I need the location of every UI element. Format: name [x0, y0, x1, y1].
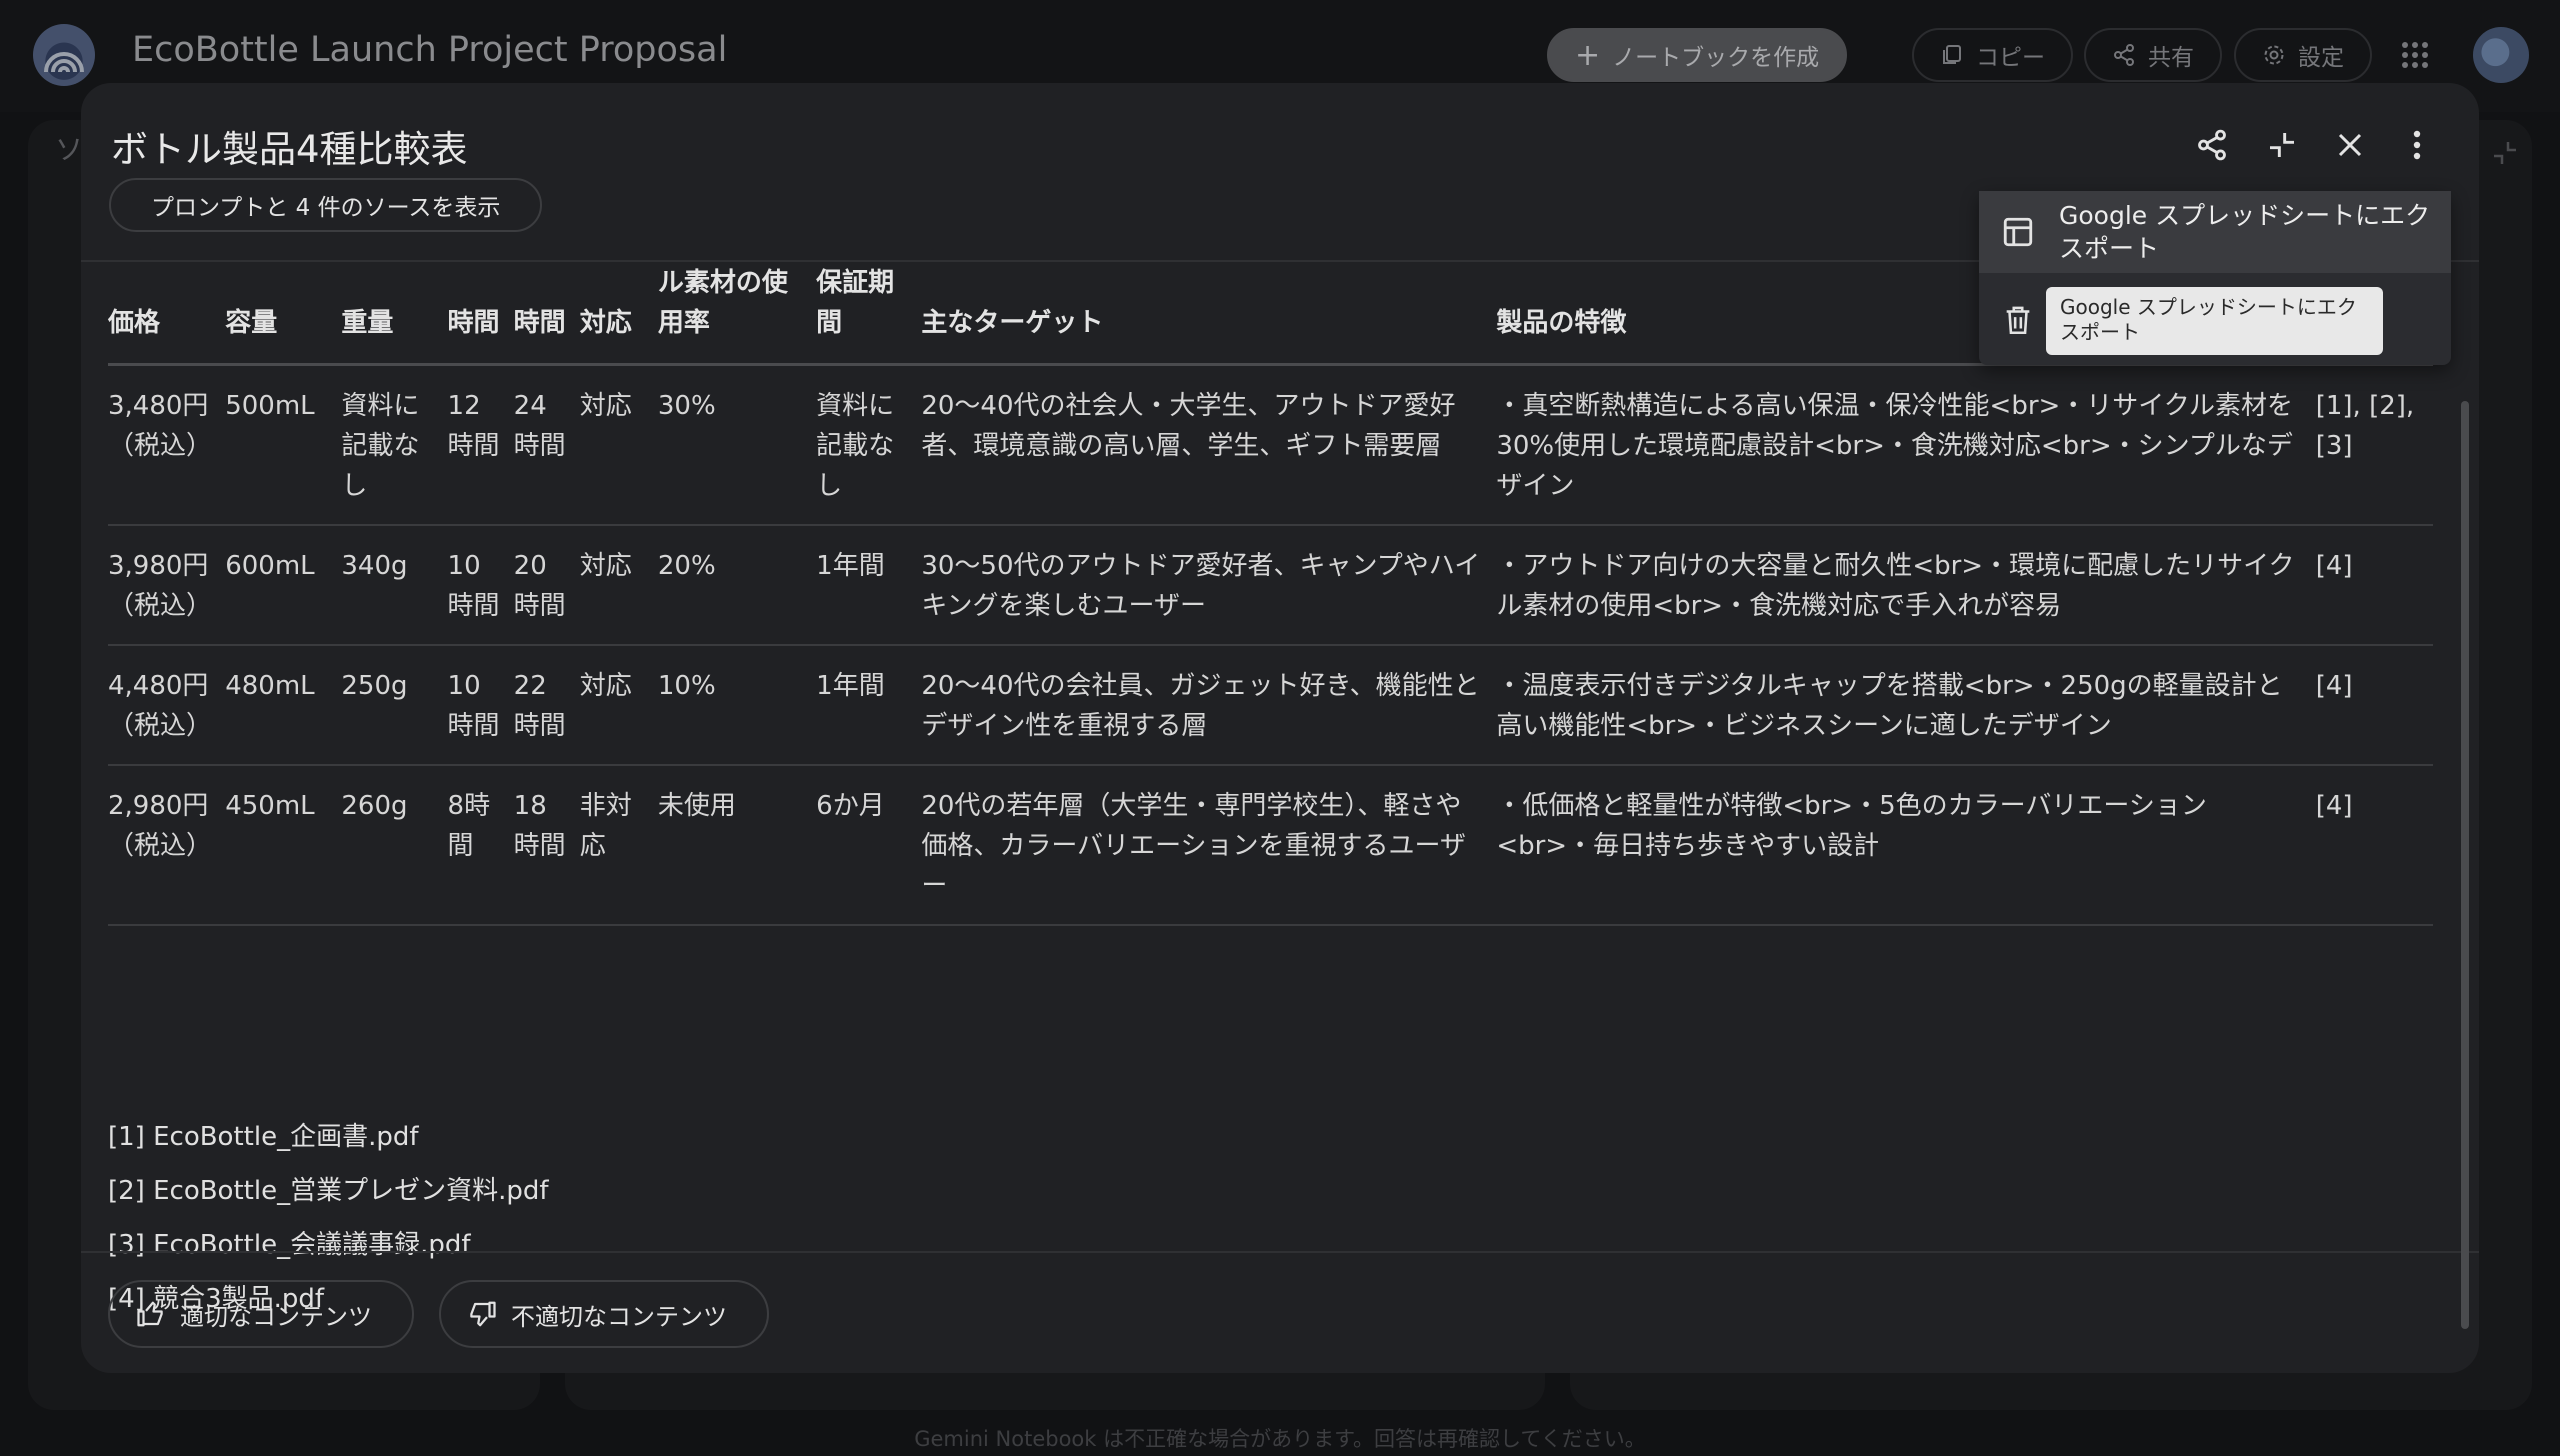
- copy-icon: [1943, 45, 1961, 64]
- table-cell: 20〜40代の社会人・大学生、アウトドア愛好者、環境意識の高い層、学生、ギフト需…: [921, 364, 1497, 526]
- table-cell: 資料に記載なし: [341, 364, 448, 526]
- table-cell: 340g: [341, 525, 448, 646]
- more-vert-icon[interactable]: [2393, 121, 2441, 169]
- footer-disclaimer: Gemini Notebook は不正確な場合があります。回答は再確認してくださ…: [914, 1427, 1646, 1451]
- table-cell: ・アウトドア向けの大容量と耐久性<br>・環境に配慮したリサイクル素材の使用<b…: [1496, 525, 2316, 646]
- citation-cell[interactable]: [4]: [2315, 525, 2433, 646]
- column-header: 対応: [579, 263, 658, 366]
- column-header: 主なターゲット: [921, 263, 1497, 366]
- table-cell: 20%: [657, 525, 817, 646]
- table-cell: 対応: [579, 645, 658, 766]
- column-header: 時間: [447, 263, 514, 366]
- tooltip: Google スプレッドシートにエクスポート: [2046, 287, 2383, 355]
- table-cell: 12時間: [447, 364, 514, 526]
- menu-item-export-sheets[interactable]: Google スプレッドシートにエクスポート: [1979, 191, 2451, 273]
- table-cell: 対応: [579, 364, 658, 526]
- table-cell: 480mL: [225, 645, 342, 766]
- table-cell: 500mL: [225, 364, 342, 526]
- collapse-icon: [2494, 142, 2516, 164]
- column-header: 価格: [108, 263, 226, 366]
- scrollbar[interactable]: [2461, 401, 2469, 1329]
- bad-content-button[interactable]: 不適切なコンテンツ: [439, 1280, 769, 1348]
- citation-cell[interactable]: [4]: [2315, 645, 2433, 766]
- column-header: 重量: [341, 263, 448, 366]
- dialog-title: ボトル製品4種比較表: [111, 128, 468, 171]
- table-cell: 資料に記載なし: [816, 364, 922, 526]
- apps-grid-icon[interactable]: [2400, 40, 2430, 74]
- citation-cell[interactable]: [1], [2], [3]: [2315, 364, 2433, 526]
- bg-text-fragment: ソ: [55, 133, 84, 166]
- table-cell: 18時間: [513, 765, 580, 926]
- share-icon[interactable]: [2188, 121, 2236, 169]
- close-icon[interactable]: [2326, 121, 2374, 169]
- table-cell: ・低価格と軽量性が特徴<br>・5色のカラーバリエーション<br>・毎日持ち歩き…: [1496, 765, 2316, 926]
- table-cell: 600mL: [225, 525, 342, 646]
- trash-icon: [2006, 306, 2030, 335]
- table-cell: 30〜50代のアウトドア愛好者、キャンプやハイキングを楽しむユーザー: [921, 525, 1497, 646]
- table-cell: 10時間: [447, 645, 514, 766]
- reference-item[interactable]: [1] EcoBottle_企画書.pdf: [108, 1113, 549, 1167]
- share-top-button[interactable]: 共有: [2084, 28, 2222, 82]
- thumb-down-icon: [470, 1301, 496, 1327]
- table-cell: 250g: [341, 645, 448, 766]
- table-cell: 6か月: [816, 765, 922, 926]
- table-cell: 2,980円（税込）: [108, 765, 226, 926]
- table-cell: 24時間: [513, 364, 580, 526]
- table-cell: 260g: [341, 765, 448, 926]
- table-cell: 30%: [657, 364, 817, 526]
- table-icon: [2003, 217, 2033, 247]
- app-logo[interactable]: [33, 24, 95, 86]
- table-cell: 10%: [657, 645, 817, 766]
- reference-item[interactable]: [2] EcoBottle_営業プレゼン資料.pdf: [108, 1167, 549, 1221]
- menu-item-label: Google スプレッドシートにエクスポート: [2059, 201, 2431, 263]
- reference-item[interactable]: [3] EcoBottle_会議議事録.pdf: [108, 1221, 549, 1275]
- table-cell: 10時間: [447, 525, 514, 646]
- settings-button[interactable]: 設定: [2234, 28, 2372, 82]
- table-cell: ・真空断熱構造による高い保温・保冷性能<br>・リサイクル素材を30%使用した環…: [1496, 364, 2316, 526]
- table-cell: 未使用: [657, 765, 817, 926]
- gear-icon: [2264, 45, 2284, 65]
- notebook-title[interactable]: EcoBottle Launch Project Proposal: [132, 30, 727, 70]
- table-cell: 対応: [579, 525, 658, 646]
- table-cell: 3,980円（税込）: [108, 525, 226, 646]
- citation-cell[interactable]: [4]: [2315, 765, 2433, 926]
- table-cell: 20〜40代の会社員、ガジェット好き、機能性とデザイン性を重視する層: [921, 645, 1497, 766]
- table-row: 3,480円（税込） 500mL 資料に記載なし 12時間 24時間 対応 30…: [108, 364, 2433, 526]
- show-sources-button[interactable]: プロンプトと 4 件のソースを表示: [109, 178, 543, 232]
- table-cell: 22時間: [513, 645, 580, 766]
- table-row: 4,480円（税込） 480mL 250g 10時間 22時間 対応 10% 1…: [108, 645, 2433, 766]
- table-cell: 1年間: [816, 645, 922, 766]
- copy-button[interactable]: コピー: [1912, 28, 2073, 82]
- table-cell: 20代の若年層（大学生・専門学校生）、軽さや価格、カラーバリエーションを重視する…: [921, 765, 1497, 926]
- table-row: 3,980円（税込） 600mL 340g 10時間 20時間 対応 20% 1…: [108, 525, 2433, 646]
- avatar[interactable]: [2473, 27, 2529, 83]
- column-header: 時間: [513, 263, 580, 366]
- good-content-button[interactable]: 適切なコンテンツ: [108, 1280, 414, 1348]
- plus-icon: +: [1575, 37, 1601, 73]
- share-icon: [2114, 44, 2134, 66]
- table-cell: 3,480円（税込）: [108, 364, 226, 526]
- table-cell: 非対応: [579, 765, 658, 926]
- table-cell: 1年間: [816, 525, 922, 646]
- thumb-up-icon: [137, 1301, 163, 1327]
- divider: [81, 1251, 2479, 1253]
- collapse-icon[interactable]: [2258, 121, 2306, 169]
- table-cell: 450mL: [225, 765, 342, 926]
- column-header: 容量: [225, 263, 342, 366]
- table-row: 2,980円（税込） 450mL 260g 8時間 18時間 非対応 未使用 6…: [108, 765, 2433, 926]
- column-header: ル素材の使用率: [657, 263, 817, 366]
- table-cell: 4,480円（税込）: [108, 645, 226, 766]
- table-cell: 20時間: [513, 525, 580, 646]
- table-cell: 8時間: [447, 765, 514, 926]
- table-cell: ・温度表示付きデジタルキャップを搭載<br>・250gの軽量設計と高い機能性<b…: [1496, 645, 2316, 766]
- create-notebook-button[interactable]: + ノートブックを作成: [1547, 28, 1848, 82]
- column-header: 保証期間: [816, 263, 922, 366]
